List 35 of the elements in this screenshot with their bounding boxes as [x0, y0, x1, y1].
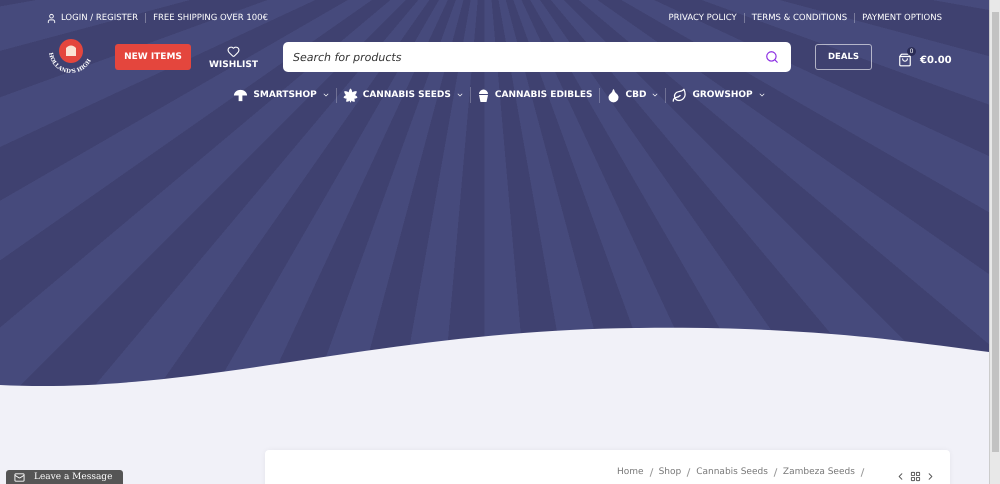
deals-button[interactable]: DEALS [815, 44, 872, 70]
breadcrumb-link[interactable]: Cannabis Seeds [696, 467, 768, 477]
nav-item[interactable]: CBD [598, 88, 666, 102]
nav-item[interactable]: GROWSHOP [665, 88, 772, 102]
user-icon [46, 12, 57, 24]
login-link[interactable]: LOGIN / REGISTER [46, 12, 146, 24]
nav-item[interactable]: CANNABIS SEEDS [336, 88, 470, 102]
breadcrumb-link[interactable]: Shop [658, 467, 682, 477]
slash-icon [649, 468, 653, 476]
slash-icon [686, 468, 691, 476]
shopping-bag-icon [898, 53, 912, 67]
slash-icon [774, 468, 778, 476]
top-link[interactable]: TERMS & CONDITIONS [744, 13, 854, 23]
chat-button[interactable]: Leave a Message [6, 470, 123, 484]
search-icon[interactable] [765, 50, 779, 64]
slash-icon [860, 468, 864, 476]
breadcrumb-link[interactable]: Home [617, 467, 644, 477]
new-items-button[interactable]: NEW ITEMS [115, 44, 191, 70]
breadcrumb-link[interactable]: Zambeza Seeds [782, 467, 855, 477]
cannabis-leaf-icon [342, 88, 358, 102]
drop-icon [606, 88, 620, 102]
shipping-notice: FREE SHIPPING OVER 100€ [145, 13, 275, 23]
cupcake-icon [476, 87, 490, 103]
heart-icon [227, 44, 240, 58]
mail-icon [14, 472, 25, 482]
nav-item[interactable]: SMARTSHOP [227, 88, 336, 102]
top-link[interactable]: PAYMENT OPTIONS [854, 13, 949, 23]
search-field[interactable]: Search for products [283, 42, 791, 72]
leaf-icon [672, 88, 688, 102]
grid-icon[interactable] [910, 471, 921, 482]
nav-item[interactable]: CANNABIS EDIBLES [470, 87, 598, 103]
scrollbar[interactable] [989, 0, 1000, 484]
wishlist-link[interactable]: WISHLIST [209, 44, 258, 70]
mushroom-icon [233, 88, 248, 102]
top-link[interactable]: PRIVACY POLICY [668, 13, 744, 23]
